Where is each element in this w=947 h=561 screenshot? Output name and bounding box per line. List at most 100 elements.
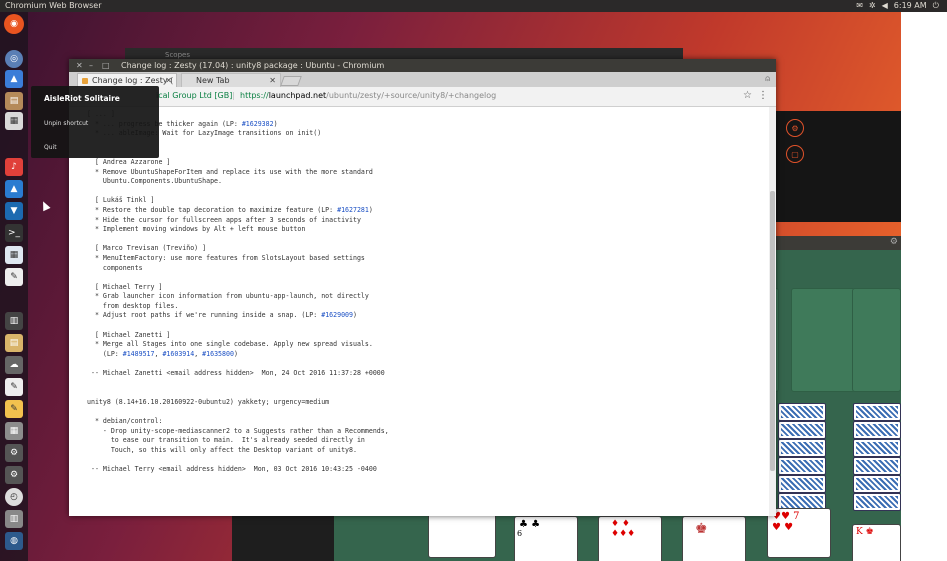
card-jack[interactable]: ♚ — [682, 516, 746, 561]
bug-link[interactable]: #1489517 — [123, 350, 155, 358]
solitaire-icon[interactable]: ▼ — [5, 202, 23, 220]
page-content: [ ... ] * ... progress be thicker again … — [69, 107, 769, 516]
card-seven-hearts[interactable]: ♥♥ 7 ♥ ♥ — [767, 508, 831, 558]
power-icon[interactable]: ⏻ — [933, 0, 939, 12]
close-icon[interactable]: ✕ — [76, 59, 83, 72]
card-back[interactable] — [853, 475, 901, 493]
card-king-hearts[interactable]: K ♚ — [852, 524, 901, 561]
tab-label: New Tab — [196, 76, 230, 85]
settings-icon[interactable]: ⚙ — [5, 466, 23, 484]
menu-kebab-icon[interactable]: ⋮ — [758, 90, 768, 101]
card-slot[interactable] — [852, 288, 901, 392]
solitaire-titlebar[interactable]: ⚙ — [776, 236, 901, 250]
launcher-context-menu: AisleRiot Solitaire Unpin shortcut Quit — [31, 86, 159, 158]
volume-icon[interactable]: ◀ — [882, 0, 888, 12]
bug-link[interactable]: #1629382 — [242, 120, 274, 128]
minimize-icon[interactable]: – — [89, 59, 93, 72]
gear-icon[interactable]: ✲ — [869, 0, 876, 12]
url-text[interactable]: https://launchpad.net/ubuntu/zesty/+sour… — [240, 91, 496, 100]
files-icon[interactable]: ▦ — [5, 112, 23, 130]
card-back[interactable] — [853, 439, 901, 457]
card-back[interactable] — [853, 421, 901, 439]
square-circle-icon[interactable]: ▢ — [786, 145, 804, 163]
changelog-line: * Hide the cursor for fullscreen apps af… — [87, 215, 361, 224]
bookmark-star-icon[interactable]: ☆ — [743, 90, 752, 101]
card-back[interactable] — [778, 457, 826, 475]
scrollbar-thumb[interactable] — [770, 191, 775, 471]
url-scheme: https:// — [240, 91, 269, 100]
unpin-shortcut-item[interactable]: Unpin shortcut — [44, 120, 88, 127]
music-icon[interactable]: ♪ — [5, 158, 23, 176]
side-panel: ⚙ ▢ — [776, 111, 901, 222]
system-monitor-icon[interactable]: ▥ — [5, 312, 23, 330]
workspace-icon[interactable]: ◍ — [5, 532, 23, 550]
card-back[interactable] — [778, 403, 826, 421]
card-back[interactable] — [778, 421, 826, 439]
bug-link[interactable]: #1627281 — [337, 206, 369, 214]
chromium-icon[interactable]: ◎ — [5, 50, 23, 68]
desktop-edge — [901, 12, 947, 561]
card-back[interactable] — [853, 493, 901, 511]
image-viewer-icon[interactable]: ▤ — [5, 92, 23, 110]
changelog-line: * Grab launcher icon information from ub… — [87, 292, 369, 301]
bug-link[interactable]: #1635800 — [202, 350, 234, 358]
changelog-line: * Merge all Stages into one single codeb… — [87, 340, 373, 349]
notes-icon[interactable]: ✎ — [5, 400, 23, 418]
omnibox-separator: | — [232, 91, 235, 100]
active-app-title: Chromium Web Browser — [5, 1, 102, 10]
close-tab-icon[interactable]: ✕ — [165, 74, 172, 88]
card-back[interactable] — [853, 403, 901, 421]
card-back[interactable] — [853, 457, 901, 475]
card-back[interactable] — [778, 475, 826, 493]
clock-icon[interactable]: ◴ — [5, 488, 23, 506]
changelog-line: Touch, so this will only affect the Desk… — [87, 445, 357, 454]
settings-icon[interactable]: ⚙ — [890, 237, 898, 247]
launchpad-favicon-icon — [82, 78, 88, 84]
tab-label: Change log : Zesty ( — [92, 76, 174, 85]
changelog-line: * MenuItemFactory: use more features fro… — [87, 253, 365, 262]
editor-icon[interactable]: ✎ — [5, 268, 23, 286]
mail-icon[interactable]: ✉ — [856, 0, 863, 12]
spreadsheet-icon[interactable]: ▤ — [5, 334, 23, 352]
calculator-icon[interactable]: ▦ — [5, 422, 23, 440]
address-bar[interactable]: ical Group Ltd [GB] | https://launchpad.… — [69, 87, 776, 107]
clock[interactable]: 6:19 AM — [894, 0, 927, 12]
changelog-line: * Adjust root paths if we're running ins… — [87, 311, 357, 320]
bug-link[interactable]: #1629009 — [321, 311, 353, 319]
terminal-icon[interactable]: >_ — [5, 224, 23, 242]
changelog-line: * Remove UbuntuShapeForItem and replace … — [87, 167, 373, 176]
context-menu-title: AisleRiot Solitaire — [44, 94, 120, 103]
launcher: ◉ ◎ ▲ ▤ ▦ ♪ ▲ ▼ >_ ▦ ✎ ▥ ▤ ☁ ✎ ✎ ▦ ⚙ ⚙ ◴… — [0, 12, 28, 561]
close-tab-icon[interactable]: ✕ — [269, 74, 276, 88]
changelog-line: [ Marco Trevisan (Treviño) ] — [87, 244, 207, 253]
card-ten-diamonds[interactable]: ♦ ♦ ♦♦♦ — [598, 516, 662, 561]
card-slot[interactable] — [791, 288, 855, 392]
tab-strip: Change log : Zesty ( ✕ New Tab ✕ ⍝ — [69, 72, 776, 87]
quit-item[interactable]: Quit — [44, 144, 57, 151]
browser-window[interactable]: ✕ – □ Change log : Zesty (17.04) : unity… — [69, 59, 776, 516]
text-icon[interactable]: ✎ — [5, 378, 23, 396]
scrollbar[interactable] — [769, 107, 776, 516]
changelog-line: to ease our transition to main. It's alr… — [87, 436, 365, 445]
settings-circle-icon[interactable]: ⚙ — [786, 119, 804, 137]
changelog-line: -- Michael Zanetti <email address hidden… — [87, 369, 385, 378]
tab-changelog[interactable]: Change log : Zesty ( ✕ — [77, 73, 177, 87]
new-tab-button[interactable] — [280, 76, 302, 86]
bug-link[interactable]: #1603914 — [162, 350, 194, 358]
changelog-line: - Drop unity-scope-mediascanner2 to a Su… — [87, 426, 389, 435]
trash-icon[interactable]: ▥ — [5, 510, 23, 528]
maximize-icon[interactable]: □ — [102, 59, 110, 72]
chat-icon[interactable]: ☁ — [5, 356, 23, 374]
calendar-icon[interactable]: ▦ — [5, 246, 23, 264]
profile-icon[interactable]: ⍝ — [765, 74, 770, 84]
ubuntu-logo-icon[interactable]: ◉ — [4, 14, 24, 34]
mahjongg-icon[interactable]: ▲ — [5, 180, 23, 198]
browser-titlebar[interactable]: ✕ – □ Change log : Zesty (17.04) : unity… — [69, 59, 776, 72]
changelog-line: components — [87, 263, 143, 272]
photos-icon[interactable]: ▲ — [5, 70, 23, 88]
tab-new-tab[interactable]: New Tab ✕ — [181, 73, 281, 87]
url-path: /ubuntu/zesty/+source/unity8/+changelog — [326, 91, 497, 100]
settings-icon[interactable]: ⚙ — [5, 444, 23, 462]
card-back[interactable] — [778, 439, 826, 457]
card-six-clubs[interactable]: ♣ ♣ 6 — [514, 516, 578, 561]
